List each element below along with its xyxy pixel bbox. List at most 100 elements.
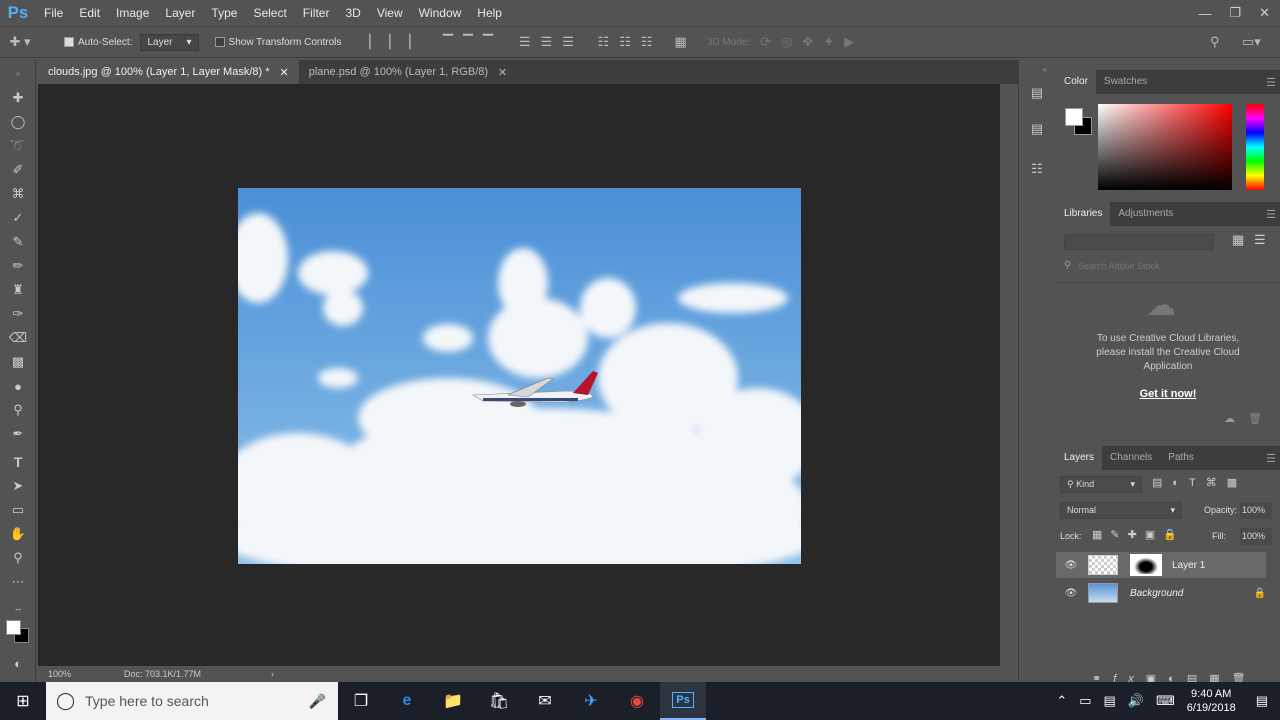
microphone-icon[interactable]: 🎤 bbox=[309, 693, 326, 710]
quick-mask-icon[interactable]: ◐ bbox=[6, 652, 30, 674]
store-icon[interactable]: 🛍 bbox=[476, 682, 522, 720]
menu-filter[interactable]: Filter bbox=[295, 0, 338, 26]
close-window-icon[interactable]: ✕ bbox=[1259, 5, 1270, 21]
menu-help[interactable]: Help bbox=[469, 0, 510, 26]
document-canvas[interactable] bbox=[238, 188, 801, 564]
eyedropper-tool-icon[interactable]: ✓ bbox=[6, 207, 30, 229]
dodge-tool-icon[interactable]: ⚲ bbox=[6, 399, 30, 421]
menu-select[interactable]: Select bbox=[245, 0, 294, 26]
zoom-level[interactable]: 100% bbox=[48, 669, 124, 679]
tab-libraries[interactable]: Libraries bbox=[1056, 202, 1111, 226]
chevron-up-icon[interactable]: ⌃ bbox=[1056, 693, 1067, 709]
photoshop-taskbar-icon[interactable]: Ps bbox=[660, 682, 706, 720]
auto-select-dropdown[interactable]: Layer ▾ bbox=[140, 33, 199, 51]
app-icon[interactable]: ✈ bbox=[568, 682, 614, 720]
stock-search-input[interactable] bbox=[1078, 258, 1262, 274]
panel-menu-icon[interactable]: ☰ bbox=[1266, 452, 1276, 465]
tab-clouds[interactable]: clouds.jpg @ 100% (Layer 1, Layer Mask/8… bbox=[38, 60, 299, 84]
search-icon[interactable]: ⚲ bbox=[1210, 34, 1220, 50]
file-explorer-icon[interactable]: 📁 bbox=[430, 682, 476, 720]
clone-stamp-tool-icon[interactable]: ♜ bbox=[6, 279, 30, 301]
healing-brush-tool-icon[interactable]: ✎ bbox=[6, 231, 30, 253]
pen-tool-icon[interactable]: ✒ bbox=[6, 423, 30, 445]
lasso-tool-icon[interactable]: ➰ bbox=[6, 135, 30, 157]
crop-tool-icon[interactable]: ⌘ bbox=[6, 183, 30, 205]
filter-type-icons[interactable]: ▤◐T⌘▩ bbox=[1152, 476, 1247, 489]
3d-mode-icons[interactable]: ⟳◎✥✦▶ bbox=[760, 34, 864, 50]
restore-icon[interactable]: ❐ bbox=[1229, 5, 1241, 21]
workspace-icon[interactable]: ▭▾ bbox=[1242, 34, 1261, 50]
filter-kind-dropdown[interactable]: ⚲ Kind ▾ bbox=[1060, 476, 1142, 493]
layer-row-layer-1[interactable]: 👁 Layer 1 bbox=[1056, 552, 1266, 578]
chrome-icon[interactable]: ◉ bbox=[614, 682, 660, 720]
cloud-sync-icon[interactable]: ☁ bbox=[1224, 412, 1235, 425]
blur-tool-icon[interactable]: ● bbox=[6, 375, 30, 397]
menu-image[interactable]: Image bbox=[108, 0, 157, 26]
menu-layer[interactable]: Layer bbox=[157, 0, 203, 26]
collapse-icon[interactable]: » bbox=[6, 62, 30, 84]
align-icons[interactable]: ▏▏▏ ▔▔▔ bbox=[369, 34, 503, 50]
volume-icon[interactable]: 🔊 bbox=[1128, 693, 1144, 709]
collapse-icon[interactable]: « bbox=[1033, 58, 1057, 80]
brush-tool-icon[interactable]: ✏ bbox=[6, 255, 30, 277]
auto-select-checkbox[interactable] bbox=[64, 36, 78, 48]
chevron-right-icon[interactable]: › bbox=[271, 669, 274, 679]
zoom-tool-icon[interactable]: ⚲ bbox=[6, 547, 30, 569]
menu-window[interactable]: Window bbox=[411, 0, 470, 26]
library-dropdown[interactable] bbox=[1064, 234, 1214, 250]
foreground-color-swatch[interactable] bbox=[6, 620, 21, 635]
tab-channels[interactable]: Channels bbox=[1102, 446, 1160, 470]
minimize-icon[interactable]: — bbox=[1198, 6, 1211, 21]
paragraph-icon[interactable]: ☷ bbox=[1025, 158, 1049, 180]
menu-3d[interactable]: 3D bbox=[337, 0, 368, 26]
quick-select-tool-icon[interactable]: ✐ bbox=[6, 159, 30, 181]
hue-slider[interactable] bbox=[1246, 104, 1264, 190]
panel-menu-icon[interactable]: ☰ bbox=[1266, 76, 1276, 89]
transform-controls-checkbox[interactable] bbox=[214, 36, 229, 48]
menu-type[interactable]: Type bbox=[203, 0, 245, 26]
visibility-eye-icon[interactable]: 👁 bbox=[1056, 560, 1086, 571]
clock[interactable]: 9:40 AM 6/19/2018 bbox=[1187, 687, 1236, 715]
swap-colors-icon[interactable]: ↔ bbox=[6, 597, 30, 619]
mail-icon[interactable]: ✉ bbox=[522, 682, 568, 720]
tab-paths[interactable]: Paths bbox=[1160, 446, 1202, 470]
layer-name[interactable]: Layer 1 bbox=[1172, 560, 1205, 571]
list-view-icon[interactable]: ☰ bbox=[1254, 232, 1266, 248]
foreground-color-swatch[interactable] bbox=[1065, 108, 1083, 126]
hand-tool-icon[interactable]: ✋ bbox=[6, 523, 30, 545]
tab-swatches[interactable]: Swatches bbox=[1096, 70, 1155, 94]
menu-edit[interactable]: Edit bbox=[71, 0, 108, 26]
windows-start-icon[interactable]: ⊞ bbox=[0, 682, 46, 720]
visibility-eye-icon[interactable]: 👁 bbox=[1056, 588, 1086, 599]
color-field[interactable] bbox=[1098, 104, 1232, 190]
history-brush-tool-icon[interactable]: ✑ bbox=[6, 303, 30, 325]
menu-view[interactable]: View bbox=[369, 0, 411, 26]
history-icon[interactable]: ▤ bbox=[1025, 82, 1049, 104]
tab-layers[interactable]: Layers bbox=[1056, 446, 1103, 470]
tab-plane[interactable]: plane.psd @ 100% (Layer 1, RGB/8) ✕ bbox=[299, 60, 518, 84]
close-tab-icon[interactable]: ✕ bbox=[498, 66, 507, 79]
more-tools-icon[interactable]: ⋯ bbox=[6, 571, 30, 593]
move-tool-icon[interactable]: ✚ bbox=[6, 87, 30, 109]
layer-name[interactable]: Background bbox=[1130, 588, 1183, 599]
rectangle-tool-icon[interactable]: ▭ bbox=[6, 499, 30, 521]
panel-menu-icon[interactable]: ☰ bbox=[1266, 208, 1276, 221]
marquee-tool-icon[interactable]: ◯ bbox=[6, 111, 30, 133]
trash-icon[interactable]: 🗑 bbox=[1248, 412, 1262, 425]
action-center-icon[interactable]: ▤ bbox=[1256, 693, 1268, 709]
battery-icon[interactable]: ▭ bbox=[1079, 693, 1091, 709]
type-tool-icon[interactable]: T bbox=[6, 451, 30, 473]
move-tool-preset-icon[interactable]: ✚ ▾ bbox=[0, 34, 40, 50]
task-view-icon[interactable]: ❐ bbox=[338, 682, 384, 720]
ime-icon[interactable]: ⌨ bbox=[1156, 693, 1175, 709]
close-tab-icon[interactable]: ✕ bbox=[280, 66, 289, 79]
taskbar-search[interactable]: ◯ Type here to search 🎤 bbox=[46, 682, 338, 720]
eraser-tool-icon[interactable]: ⌫ bbox=[6, 327, 30, 349]
grid-view-icon[interactable]: ▦ bbox=[1232, 232, 1244, 248]
path-selection-tool-icon[interactable]: ➤ bbox=[6, 475, 30, 497]
network-icon[interactable]: ▤ bbox=[1104, 693, 1116, 709]
opacity-input[interactable]: 100% bbox=[1240, 502, 1272, 519]
layer-row-background[interactable]: 👁 Background 🔒 bbox=[1056, 580, 1266, 606]
tab-color[interactable]: Color bbox=[1056, 70, 1096, 94]
get-it-now-link[interactable]: Get it now! bbox=[1056, 388, 1280, 400]
